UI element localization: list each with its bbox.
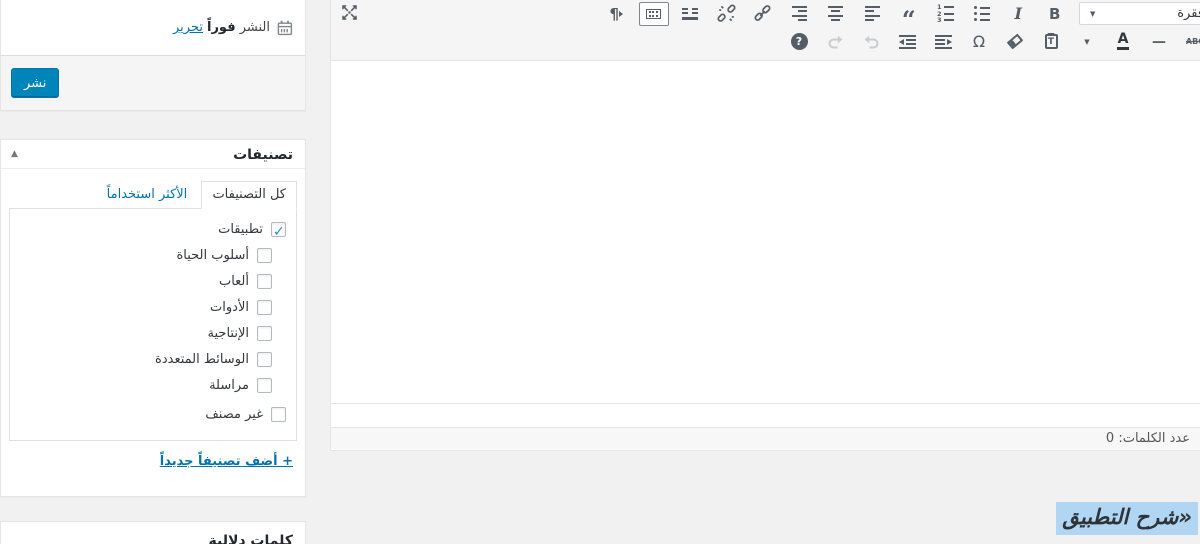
editor-resize-strip[interactable] bbox=[331, 403, 1200, 427]
checkbox-icon[interactable] bbox=[271, 407, 286, 422]
category-row-tools[interactable]: الأدوات bbox=[20, 295, 272, 321]
remove-format-icon[interactable] bbox=[997, 29, 1033, 55]
textcolor-dropdown-icon[interactable]: ▼ bbox=[1069, 29, 1105, 55]
checkbox-icon[interactable] bbox=[257, 326, 272, 341]
category-row-messaging[interactable]: مراسلة bbox=[20, 373, 272, 399]
tab-all-categories[interactable]: كل التصنيفات bbox=[201, 181, 297, 209]
checkbox-icon[interactable] bbox=[257, 352, 272, 367]
checkbox-icon[interactable] bbox=[257, 378, 272, 393]
editor-toolbar: ¶ “ 1 2 3 I B ▼ قرة ? Ω T ▼ A — AB bbox=[331, 0, 1200, 61]
align-right-icon[interactable] bbox=[781, 1, 818, 27]
checkbox-icon[interactable] bbox=[257, 300, 272, 315]
category-row-games[interactable]: ألعاب bbox=[20, 269, 272, 295]
publish-button[interactable]: نشر bbox=[11, 68, 60, 98]
major-publishing-actions: نشر bbox=[1, 55, 305, 110]
format-dropdown[interactable]: ▼ فقرة bbox=[1079, 2, 1200, 25]
italic-icon[interactable]: I bbox=[1000, 1, 1037, 27]
checkbox-icon[interactable] bbox=[271, 219, 286, 245]
unordered-list-icon[interactable] bbox=[964, 1, 1001, 27]
align-center-icon[interactable] bbox=[818, 1, 855, 27]
indent-icon[interactable] bbox=[889, 29, 925, 55]
publish-schedule-value: فوراً bbox=[206, 20, 236, 35]
paste-as-text-icon[interactable]: T bbox=[1033, 29, 1069, 55]
undo-icon[interactable] bbox=[853, 29, 889, 55]
bold-icon[interactable]: B bbox=[1037, 1, 1074, 27]
checkbox-icon[interactable] bbox=[257, 248, 272, 263]
publish-metabox: النشر فوراًتحرير نشر bbox=[0, 0, 306, 111]
chevron-down-icon: ▼ bbox=[1090, 9, 1096, 18]
special-character-icon[interactable]: Ω bbox=[961, 29, 997, 55]
categories-title[interactable]: تصنيفات bbox=[1, 140, 305, 169]
blockquote-icon[interactable]: “ bbox=[891, 1, 928, 31]
textcolor-icon[interactable]: A bbox=[1105, 29, 1141, 55]
publish-schedule-text: النشر فوراًتحرير bbox=[173, 20, 270, 35]
editor-content-area[interactable] bbox=[331, 61, 1200, 403]
category-row-productivity[interactable]: الإنتاجية bbox=[20, 321, 272, 347]
editor-panel: ¶ “ 1 2 3 I B ▼ قرة ? Ω T ▼ A — AB عدد ا… bbox=[330, 0, 1200, 451]
publish-schedule-row: النشر فوراًتحرير bbox=[1, 0, 305, 56]
format-dropdown-value: فقرة bbox=[1177, 6, 1200, 21]
more-tag-icon[interactable] bbox=[672, 1, 709, 27]
outdent-icon[interactable] bbox=[925, 29, 961, 55]
checkbox-icon[interactable] bbox=[257, 274, 272, 289]
category-row-apps[interactable]: تطبيقات bbox=[20, 217, 286, 245]
tags-title[interactable]: كلمات دلالية bbox=[1, 522, 305, 544]
toolbar-row-1: ¶ “ 1 2 3 I B ▼ قرة bbox=[599, 0, 1200, 31]
strikethrough-icon[interactable]: ABC bbox=[1177, 29, 1200, 55]
toolbar-row-2: ? Ω T ▼ A — AB bbox=[781, 28, 1200, 55]
category-row-lifestyle[interactable]: أسلوب الحياة bbox=[20, 243, 272, 269]
tab-most-used[interactable]: الأكثر استخداماً bbox=[97, 182, 198, 208]
categories-metabox: تصنيفات ▲ كل التصنيفات الأكثر استخداماً … bbox=[0, 139, 306, 497]
align-left-icon[interactable] bbox=[854, 1, 891, 27]
tags-metabox: كلمات دلالية bbox=[0, 521, 306, 544]
link-icon[interactable] bbox=[745, 1, 782, 27]
toolbar-toggle-icon[interactable] bbox=[638, 1, 669, 26]
collapse-toggle-icon[interactable]: ▲ bbox=[11, 149, 18, 159]
category-row-uncategorized[interactable]: غير مصنف bbox=[20, 402, 286, 428]
ordered-list-icon[interactable] bbox=[927, 1, 964, 27]
help-icon[interactable]: ? bbox=[781, 29, 817, 55]
unlink-icon[interactable] bbox=[708, 1, 745, 27]
editor-statusbar: عدد الكلمات: 0 bbox=[331, 427, 1200, 449]
word-count: عدد الكلمات: 0 bbox=[1105, 431, 1190, 446]
category-row-multimedia[interactable]: الوسائط المتعددة bbox=[20, 347, 272, 373]
ltr-icon[interactable]: ¶ bbox=[599, 1, 636, 27]
add-category-link[interactable]: + أضف تصنيفاً جديداً bbox=[13, 454, 293, 469]
selected-text[interactable]: «شرح التطبيق bbox=[1056, 502, 1198, 535]
category-checklist: تطبيقات أسلوب الحياة ألعاب الأدوات الإنت… bbox=[9, 208, 297, 441]
calendar-icon bbox=[277, 20, 293, 36]
redo-icon[interactable] bbox=[817, 29, 853, 55]
fullscreen-icon[interactable] bbox=[340, 0, 366, 24]
horizontal-rule-icon[interactable]: — bbox=[1141, 29, 1177, 55]
edit-schedule-link[interactable]: تحرير bbox=[173, 20, 203, 35]
category-tabs: كل التصنيفات الأكثر استخداماً bbox=[9, 181, 297, 209]
